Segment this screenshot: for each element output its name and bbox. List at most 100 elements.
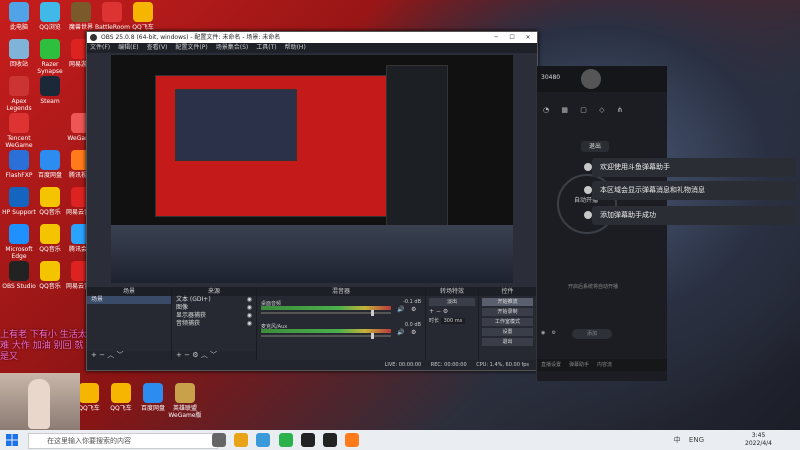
volume-fader[interactable] <box>261 333 391 339</box>
gear-icon[interactable]: ⚙ <box>192 351 198 359</box>
desktop-icon[interactable]: FlashFXP <box>2 150 36 179</box>
desktop-icon[interactable]: Steam <box>33 76 67 105</box>
app-icon <box>9 187 29 207</box>
gear-icon[interactable]: ⚙ <box>411 329 416 336</box>
control-button[interactable]: 设置 <box>482 328 533 336</box>
desktop-icon[interactable]: OBS Studio <box>2 261 36 290</box>
desktop-icon[interactable]: 百度网盘 <box>33 150 67 179</box>
task-view-icon[interactable] <box>212 433 226 447</box>
obs-titlebar[interactable]: OBS 25.0.8 (64-bit, windows) - 配置文件: 未命名… <box>87 32 537 43</box>
chat-icon[interactable]: ▢ <box>580 106 587 114</box>
source-item[interactable]: 音频捕获 ◉ <box>172 320 256 328</box>
control-button[interactable]: 退出 <box>482 338 533 346</box>
control-button[interactable]: 开始推流 <box>482 298 533 306</box>
add-icon[interactable]: + <box>429 308 434 315</box>
language-indicator[interactable]: ENG <box>689 436 704 444</box>
source-item[interactable]: 图像 ◉ <box>172 304 256 312</box>
taskbar-search[interactable]: 在这里输入你要搜索的内容 <box>28 433 218 449</box>
fader-handle[interactable] <box>371 333 374 339</box>
visibility-icon[interactable]: ◉ <box>247 304 252 312</box>
obs-window[interactable]: OBS 25.0.8 (64-bit, windows) - 配置文件: 未命名… <box>86 31 538 371</box>
menu-item[interactable]: 查看(V) <box>147 44 168 51</box>
menu-item[interactable]: 配置文件(P) <box>175 44 207 51</box>
add-button[interactable]: 添加 <box>572 329 612 339</box>
minimize-icon[interactable]: ─ <box>489 32 503 43</box>
transition-select[interactable]: 淡出 <box>429 298 475 306</box>
menu-item[interactable]: 编辑(E) <box>118 44 138 51</box>
duration-input[interactable]: 300 ms <box>440 318 466 324</box>
user-icon[interactable]: ◔ <box>543 106 549 114</box>
desktop-icon[interactable]: 回收站 <box>2 39 36 68</box>
panel-tab[interactable]: 内容流 <box>597 362 612 368</box>
desktop-icon[interactable]: QQ音乐 <box>33 224 67 253</box>
close-icon[interactable]: ✕ <box>521 32 535 43</box>
desktop-icon[interactable]: Microsoft Edge <box>2 224 36 260</box>
desktop-icon[interactable]: BattleRoom <box>95 2 130 31</box>
taskbar-clock[interactable]: 3:45 2022/4/4 <box>745 432 772 448</box>
desktop-icon[interactable]: 英雄联盟 WeGame版 <box>168 383 202 419</box>
share-icon[interactable]: ⋔ <box>617 106 623 114</box>
ime-indicator[interactable]: 中 <box>674 436 681 444</box>
move-down-icon[interactable]: ﹀ <box>116 351 123 359</box>
obs-preview[interactable] <box>111 55 513 283</box>
visibility-icon[interactable]: ◉ <box>247 320 252 328</box>
file-explorer-icon[interactable] <box>234 433 249 447</box>
exit-button[interactable]: 退出 <box>581 141 609 152</box>
desktop-icon[interactable]: QQ飞车 <box>126 2 160 31</box>
desktop-icon[interactable]: Razer Synapse <box>33 39 67 75</box>
desktop-icon-label: 回收站 <box>9 61 28 68</box>
move-down-icon[interactable]: ﹀ <box>210 351 217 359</box>
eye-icon[interactable]: ◉ <box>541 330 545 336</box>
source-label: 图像 <box>176 304 189 311</box>
move-up-icon[interactable]: ︿ <box>201 351 208 359</box>
speaker-icon[interactable]: 🔊 <box>397 306 404 313</box>
bell-icon[interactable]: ◇ <box>599 106 604 114</box>
desktop-icon[interactable]: 此电脑 <box>2 2 36 31</box>
add-icon[interactable]: + <box>91 351 97 359</box>
desktop-icon[interactable]: QQ音乐 <box>33 187 67 216</box>
desktop-icon[interactable]: 百度网盘 <box>136 383 170 412</box>
menu-item[interactable]: 帮助(H) <box>285 44 306 51</box>
fader-handle[interactable] <box>371 310 374 316</box>
desktop-icon[interactable]: QQ飞车 <box>104 383 138 412</box>
remove-icon[interactable]: − <box>184 351 190 359</box>
wechat-icon[interactable] <box>278 433 293 447</box>
menu-item[interactable]: 文件(F) <box>90 44 110 51</box>
notification-bubble: 欢迎使用斗鱼弹幕助手 <box>592 158 796 177</box>
grid-icon[interactable]: ▦ <box>561 106 568 114</box>
source-item[interactable]: 显示器捕获 ◉ <box>172 312 256 320</box>
remove-icon[interactable]: − <box>436 308 441 315</box>
obs-taskbar-icon-2[interactable] <box>323 433 338 447</box>
desktop-icon[interactable]: QQ音乐 <box>33 261 67 290</box>
add-icon[interactable]: + <box>176 351 182 359</box>
volume-fader[interactable] <box>261 310 391 316</box>
visibility-icon[interactable]: ◉ <box>247 296 252 304</box>
desktop-icon[interactable]: 魔兽世界 <box>64 2 98 31</box>
douyu-icon[interactable] <box>345 433 360 447</box>
source-item[interactable]: 文本 (GDI+) ◉ <box>172 296 256 304</box>
desktop-icon[interactable]: HP Support <box>2 187 36 216</box>
gear-icon[interactable]: ⚙ <box>552 330 556 336</box>
move-up-icon[interactable]: ︿ <box>107 351 114 359</box>
desktop-icon[interactable]: Tencent WeGame <box>2 113 36 149</box>
remove-icon[interactable]: − <box>99 351 105 359</box>
speaker-icon[interactable]: 🔊 <box>397 329 404 336</box>
visibility-icon[interactable]: ◉ <box>247 312 252 320</box>
maximize-icon[interactable]: ☐ <box>505 32 519 43</box>
control-button[interactable]: 工作室模式 <box>482 318 533 326</box>
gear-icon[interactable]: ⚙ <box>411 306 416 313</box>
desktop-icon-label: 百度网盘 <box>140 405 165 412</box>
menu-item[interactable]: 工具(T) <box>256 44 276 51</box>
desktop-icon[interactable]: QQ浏览 <box>33 2 67 31</box>
panel-tab[interactable]: 弹幕助手 <box>569 362 589 368</box>
control-button[interactable]: 开始录制 <box>482 308 533 316</box>
obs-taskbar-icon[interactable] <box>300 433 315 447</box>
windows-start-icon[interactable] <box>6 434 18 446</box>
desktop-icon[interactable]: Apex Legends <box>2 76 36 112</box>
scene-item[interactable]: 场景 <box>87 296 171 304</box>
desktop-icon-label: Steam <box>40 98 60 105</box>
menu-item[interactable]: 场景集合(S) <box>216 44 249 51</box>
edge-icon[interactable] <box>256 433 271 447</box>
panel-tab[interactable]: 直播设置 <box>541 362 561 368</box>
gear-icon[interactable]: ⚙ <box>443 308 448 315</box>
